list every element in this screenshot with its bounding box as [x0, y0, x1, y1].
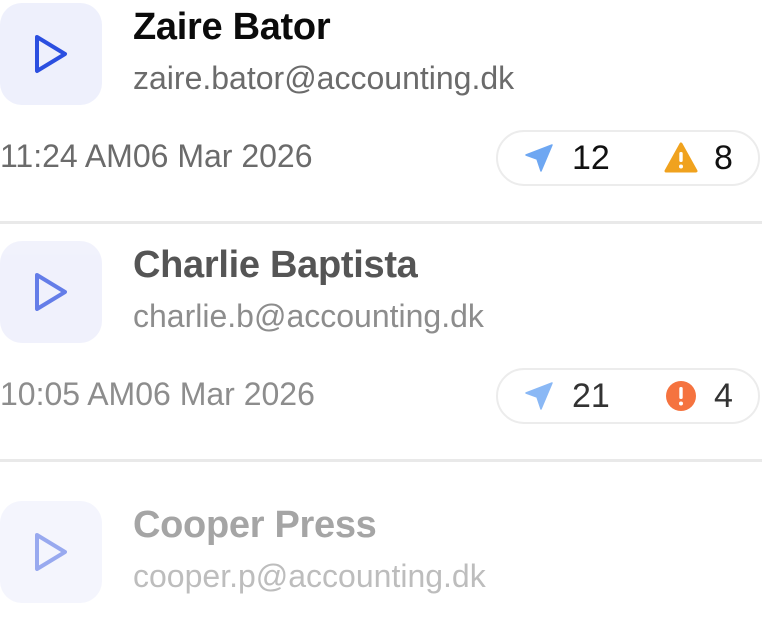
alert-count: 4	[714, 376, 733, 415]
play-icon	[35, 35, 67, 73]
divider	[0, 459, 762, 462]
sent-stat: 12	[522, 132, 610, 184]
contact-name: Cooper Press	[133, 504, 377, 546]
contact-email: charlie.b@accounting.dk	[133, 298, 484, 334]
contact-name: Zaire Bator	[133, 6, 331, 48]
contact-email: cooper.p@accounting.dk	[133, 558, 486, 594]
alert-stat: 8	[664, 132, 733, 184]
stats-badge: 21 4	[496, 368, 760, 424]
stats-badge: 12 8	[496, 130, 760, 186]
warning-icon	[664, 141, 698, 175]
contact-name: Charlie Baptista	[133, 244, 418, 286]
play-button[interactable]	[0, 501, 102, 603]
sent-stat: 21	[522, 370, 610, 422]
alert-stat: 4	[664, 370, 733, 422]
send-arrow-icon	[522, 379, 556, 413]
play-icon	[35, 273, 67, 311]
play-icon	[35, 533, 67, 571]
contact-email: zaire.bator@accounting.dk	[133, 60, 515, 96]
send-arrow-icon	[522, 141, 556, 175]
sent-count: 12	[572, 138, 610, 177]
contact-meta: 10:05 AM06 Mar 2026 21 4	[0, 366, 762, 426]
divider	[0, 221, 762, 224]
alert-count: 8	[714, 138, 733, 177]
sent-count: 21	[572, 376, 610, 415]
contact-list: Zaire Bator zaire.bator@accounting.dk 11…	[0, 0, 762, 630]
timestamp: 11:24 AM06 Mar 2026	[0, 138, 313, 174]
play-button[interactable]	[0, 3, 102, 105]
contact-meta: 11:24 AM06 Mar 2026 12 8	[0, 128, 762, 188]
timestamp: 10:05 AM06 Mar 2026	[0, 376, 315, 412]
play-button[interactable]	[0, 241, 102, 343]
error-icon	[664, 379, 698, 413]
